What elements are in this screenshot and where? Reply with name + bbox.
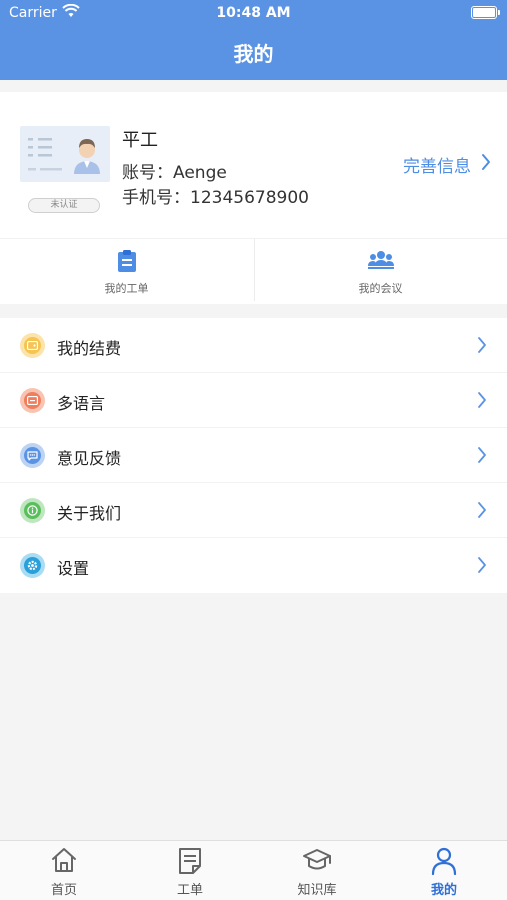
- menu-item-feedback[interactable]: 意见反馈: [0, 428, 507, 483]
- home-icon: [50, 847, 78, 877]
- chevron-right-icon: [477, 556, 487, 578]
- menu-label-feedback: 意见反馈: [57, 449, 122, 468]
- settings-menu: 我的结费 多语言 意见反馈 关于我们 设置: [0, 318, 507, 593]
- status-bar: Carrier 10:48 AM: [0, 0, 507, 26]
- feedback-icon: [20, 443, 45, 468]
- tab-home[interactable]: 首页: [1, 841, 127, 900]
- info-icon: [20, 498, 45, 523]
- menu-item-language[interactable]: 多语言: [0, 373, 507, 428]
- chevron-right-icon: [477, 501, 487, 523]
- my-work-orders-label: 我的工单: [104, 282, 149, 295]
- my-meetings-label: 我的会议: [358, 282, 403, 295]
- complete-info-label: 完善信息: [403, 157, 471, 177]
- chevron-right-icon: [477, 391, 487, 413]
- my-work-orders-button[interactable]: 我的工单: [0, 239, 253, 301]
- meeting-icon: [367, 249, 395, 275]
- person-icon: [431, 847, 457, 879]
- chevron-right-icon: [477, 446, 487, 468]
- my-meetings-button[interactable]: 我的会议: [254, 239, 507, 301]
- menu-item-settings[interactable]: 设置: [0, 538, 507, 593]
- id-card-icon: [28, 138, 100, 174]
- menu-item-fees[interactable]: 我的结费: [0, 318, 507, 373]
- page-title: 我的: [233, 42, 274, 66]
- tab-label-mine: 我的: [430, 883, 457, 898]
- tab-label-work-orders: 工单: [176, 883, 203, 898]
- header-bar: Carrier 10:48 AM 我的: [0, 0, 507, 80]
- chevron-right-icon: [481, 153, 491, 176]
- chevron-right-icon: [477, 336, 487, 358]
- tab-mine[interactable]: 我的: [381, 841, 507, 900]
- complete-info-link[interactable]: 完善信息: [403, 152, 491, 177]
- status-time: 10:48 AM: [216, 5, 291, 21]
- menu-label-fees: 我的结费: [57, 339, 122, 358]
- tab-bar: 首页 工单 知识库 我的: [0, 840, 507, 900]
- tab-label-knowledge-base: 知识库: [297, 883, 337, 898]
- account-text: 账号：Aenge: [122, 163, 227, 183]
- wallet-icon: [20, 333, 45, 358]
- quick-actions: 我的工单 我的会议: [0, 238, 507, 301]
- clipboard-icon: [116, 249, 138, 277]
- user-name: 平工: [122, 130, 158, 151]
- document-icon: [177, 847, 203, 879]
- menu-item-about[interactable]: 关于我们: [0, 483, 507, 538]
- verification-badge: 未认证: [28, 198, 100, 213]
- menu-label-settings: 设置: [57, 559, 90, 578]
- menu-label-about: 关于我们: [57, 504, 122, 523]
- battery-icon: [471, 6, 500, 19]
- menu-label-language: 多语言: [57, 394, 106, 413]
- id-card-avatar[interactable]: [20, 126, 110, 182]
- phone-text: 手机号：12345678900: [122, 188, 309, 208]
- language-icon: [20, 388, 45, 413]
- profile-card: 未认证 平工 账号：Aenge 手机号：12345678900 完善信息 我的工…: [0, 92, 507, 304]
- tab-work-orders[interactable]: 工单: [127, 841, 253, 900]
- settings-icon: [20, 553, 45, 578]
- graduation-cap-icon: [302, 847, 332, 877]
- tab-knowledge-base[interactable]: 知识库: [254, 841, 380, 900]
- tab-label-home: 首页: [50, 883, 77, 898]
